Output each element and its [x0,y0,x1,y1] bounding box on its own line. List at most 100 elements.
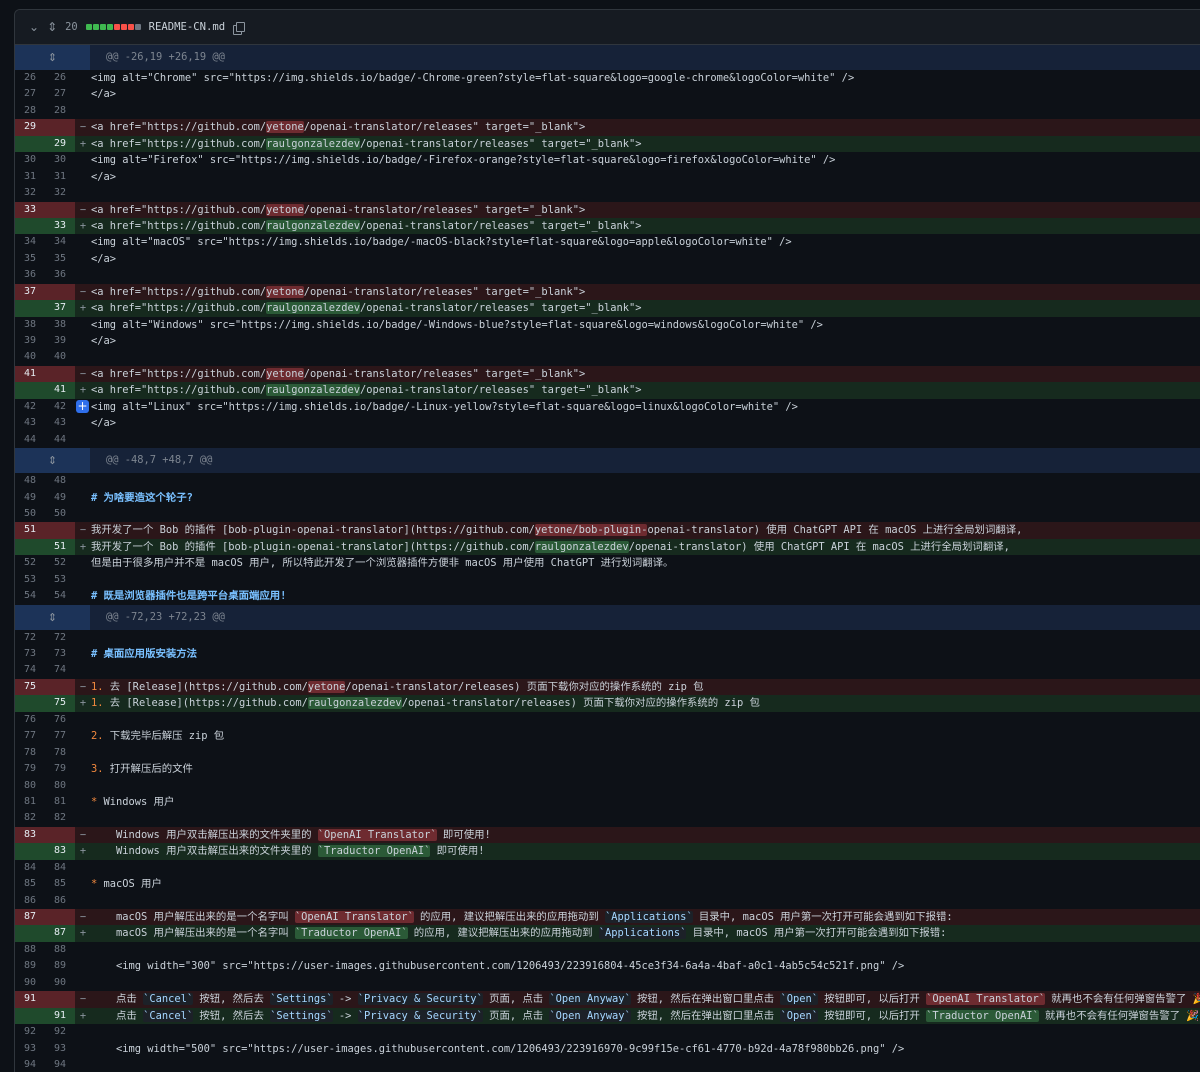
new-line-number[interactable]: 81 [45,793,75,811]
new-line-number[interactable]: 35 [45,250,75,268]
new-line-number[interactable]: 72 [45,629,75,646]
old-line-number[interactable] [15,695,45,712]
old-line-number[interactable]: 44 [15,431,45,449]
new-line-number[interactable] [45,909,75,926]
new-line-number[interactable]: 93 [45,1040,75,1057]
new-line-number[interactable]: 85 [45,876,75,893]
new-line-number[interactable]: 37 [45,300,75,317]
new-line-number[interactable]: 27 [45,86,75,103]
new-line-number[interactable]: 31 [45,168,75,186]
old-line-number[interactable]: 33 [15,201,45,218]
new-line-number[interactable]: 32 [45,185,75,202]
new-line-number[interactable]: 75 [45,695,75,712]
new-line-number[interactable]: 40 [45,349,75,366]
new-line-number[interactable]: 41 [45,382,75,399]
old-line-number[interactable]: 39 [15,333,45,350]
old-line-number[interactable]: 52 [15,555,45,572]
expand-all-icon[interactable]: ⇕ [47,20,57,34]
old-line-number[interactable]: 43 [15,415,45,432]
old-line-number[interactable]: 26 [15,70,45,87]
old-line-number[interactable] [15,135,45,153]
new-line-number[interactable]: 49 [45,489,75,506]
old-line-number[interactable]: 35 [15,250,45,268]
old-line-number[interactable] [15,382,45,399]
new-line-number[interactable]: 86 [45,892,75,909]
expand-icon[interactable]: ⇕ [15,448,90,474]
copy-icon[interactable] [233,21,246,35]
old-line-number[interactable]: 77 [15,728,45,745]
new-line-number[interactable]: 74 [45,662,75,679]
old-line-number[interactable]: 40 [15,349,45,366]
old-line-number[interactable]: 54 [15,588,45,605]
new-line-number[interactable]: 48 [45,473,75,490]
new-line-number[interactable]: 94 [45,1056,75,1072]
new-line-number[interactable]: 51 [45,538,75,556]
new-line-number[interactable]: 87 [45,925,75,942]
old-line-number[interactable]: 30 [15,152,45,169]
old-line-number[interactable]: 91 [15,991,45,1008]
old-line-number[interactable]: 28 [15,102,45,120]
new-line-number[interactable]: 89 [45,958,75,975]
old-line-number[interactable] [15,538,45,556]
new-line-number[interactable] [45,678,75,696]
old-line-number[interactable]: 86 [15,892,45,909]
old-line-number[interactable]: 88 [15,941,45,959]
new-line-number[interactable]: 33 [45,217,75,235]
add-comment-icon[interactable]: + [76,399,89,413]
new-line-number[interactable]: 42 [45,398,75,416]
old-line-number[interactable]: 48 [15,473,45,490]
chevron-down-icon[interactable]: ⌄ [29,20,39,34]
expand-icon[interactable]: ⇕ [15,604,90,630]
old-line-number[interactable]: 34 [15,234,45,251]
new-line-number[interactable]: 26 [45,70,75,87]
new-line-number[interactable] [45,201,75,218]
old-line-number[interactable] [15,217,45,235]
old-line-number[interactable]: 42 [15,398,45,416]
new-line-number[interactable]: 77 [45,728,75,745]
old-line-number[interactable]: 81 [15,793,45,811]
old-line-number[interactable]: 93 [15,1040,45,1057]
old-line-number[interactable]: 49 [15,489,45,506]
old-line-number[interactable]: 85 [15,876,45,893]
new-line-number[interactable]: 90 [45,974,75,992]
old-line-number[interactable]: 87 [15,909,45,926]
new-line-number[interactable] [45,365,75,383]
old-line-number[interactable]: 73 [15,646,45,663]
new-line-number[interactable]: 54 [45,588,75,605]
new-line-number[interactable]: 88 [45,941,75,959]
old-line-number[interactable]: 51 [15,522,45,539]
file-name[interactable]: README-CN.md [149,21,226,33]
new-line-number[interactable] [45,826,75,844]
old-line-number[interactable]: 27 [15,86,45,103]
old-line-number[interactable]: 79 [15,761,45,778]
new-line-number[interactable]: 82 [45,810,75,827]
old-line-number[interactable]: 80 [15,777,45,794]
old-line-number[interactable]: 90 [15,974,45,992]
old-line-number[interactable] [15,925,45,942]
new-line-number[interactable]: 34 [45,234,75,251]
new-line-number[interactable]: 91 [45,1007,75,1025]
old-line-number[interactable]: 72 [15,629,45,646]
new-line-number[interactable]: 73 [45,646,75,663]
new-line-number[interactable] [45,522,75,539]
old-line-number[interactable]: 41 [15,365,45,383]
old-line-number[interactable]: 89 [15,958,45,975]
old-line-number[interactable]: 32 [15,185,45,202]
new-line-number[interactable]: 43 [45,415,75,432]
new-line-number[interactable]: 28 [45,102,75,120]
old-line-number[interactable]: 76 [15,711,45,729]
old-line-number[interactable] [15,843,45,860]
new-line-number[interactable]: 83 [45,843,75,860]
new-line-number[interactable] [45,991,75,1008]
new-line-number[interactable]: 78 [45,744,75,762]
old-line-number[interactable]: 83 [15,826,45,844]
new-line-number[interactable]: 29 [45,135,75,153]
new-line-number[interactable] [45,283,75,301]
new-line-number[interactable]: 76 [45,711,75,729]
new-line-number[interactable]: 38 [45,316,75,333]
old-line-number[interactable]: 82 [15,810,45,827]
old-line-number[interactable]: 38 [15,316,45,333]
expand-icon[interactable]: ⇕ [15,45,90,70]
new-line-number[interactable]: 39 [45,333,75,350]
old-line-number[interactable]: 31 [15,168,45,186]
